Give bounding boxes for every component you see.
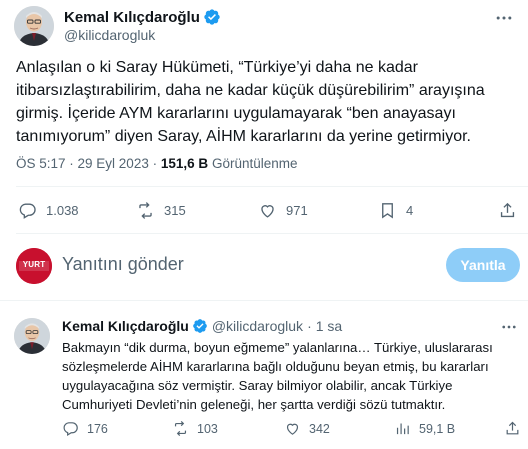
reply-tweet-text: Bakmayın “dik durma, boyun eğmeme” yalan… <box>62 340 493 412</box>
reply-button[interactable]: Yanıtla <box>446 248 520 282</box>
views-action[interactable]: 59,1 B <box>394 420 455 437</box>
avatar-brand-text: YURT <box>22 260 46 269</box>
divider <box>0 300 528 301</box>
views-count: 59,1 B <box>419 421 456 436</box>
tweet-meta: ÖS 5:17 · 29 Eyl 2023 · 151,6 B Görüntül… <box>16 156 298 171</box>
author-name-row: Kemal Kılıçdaroğlu <box>64 8 221 26</box>
divider <box>16 233 528 234</box>
share-action[interactable] <box>498 201 517 220</box>
author-portrait-icon <box>14 318 50 354</box>
verified-badge-icon <box>203 8 221 26</box>
reply-count: 1.038 <box>46 203 79 218</box>
reply-count: 176 <box>87 421 108 436</box>
views-count: 151,6 B <box>160 156 209 171</box>
views-label: Görüntülenme <box>211 156 298 171</box>
tweet-timestamp[interactable]: ÖS 5:17 · 29 Eyl 2023 <box>16 156 149 171</box>
retweet-icon <box>172 420 189 437</box>
like-icon <box>284 420 301 437</box>
author-avatar[interactable] <box>14 6 54 46</box>
more-options-icon[interactable] <box>494 8 514 28</box>
divider <box>16 186 528 187</box>
like-action[interactable]: 342 <box>284 420 330 437</box>
views-icon <box>394 420 411 437</box>
reply-icon <box>62 420 79 437</box>
bookmark-action[interactable]: 4 <box>378 201 413 220</box>
retweet-action[interactable]: 103 <box>172 420 218 437</box>
share-icon <box>504 420 521 437</box>
current-user-avatar[interactable]: YURT <box>16 248 52 284</box>
reply-author-name[interactable]: Kemal Kılıçdaroğlu <box>62 318 189 334</box>
retweet-icon <box>136 201 155 220</box>
main-tweet: Kemal Kılıçdaroğlu @kilicdarogluk Anlaşı… <box>0 0 528 237</box>
reply-input[interactable]: Yanıtını gönder <box>62 254 184 275</box>
reply-author-handle[interactable]: @kilicdarogluk <box>212 318 303 334</box>
verified-badge-icon <box>192 318 208 334</box>
like-count: 342 <box>309 421 330 436</box>
reply-author-avatar[interactable] <box>14 318 50 354</box>
share-action[interactable] <box>504 420 521 437</box>
bookmark-icon <box>378 201 397 220</box>
retweet-count: 315 <box>164 203 186 218</box>
retweet-action[interactable]: 315 <box>136 201 186 220</box>
author-handle[interactable]: @kilicdarogluk <box>64 27 155 43</box>
share-icon <box>498 201 517 220</box>
reply-action[interactable]: 1.038 <box>18 201 79 220</box>
tweet-text: Anlaşılan o ki Saray Hükümeti, “Türkiye’… <box>16 59 485 145</box>
reply-icon <box>18 201 37 220</box>
reply-separator: · <box>307 318 312 334</box>
bookmark-count: 4 <box>406 203 414 218</box>
like-action[interactable]: 971 <box>258 201 308 220</box>
author-name[interactable]: Kemal Kılıçdaroğlu <box>64 9 200 26</box>
reply-author-row: Kemal Kılıçdaroğlu @kilicdarogluk · 1 sa <box>62 318 342 334</box>
more-options-icon[interactable] <box>500 318 518 336</box>
retweet-count: 103 <box>197 421 218 436</box>
reply-time[interactable]: 1 sa <box>316 318 342 334</box>
author-portrait-icon <box>14 6 54 46</box>
meta-separator: · <box>152 156 158 171</box>
like-count: 971 <box>286 203 308 218</box>
like-icon <box>258 201 277 220</box>
reply-action[interactable]: 176 <box>62 420 108 437</box>
